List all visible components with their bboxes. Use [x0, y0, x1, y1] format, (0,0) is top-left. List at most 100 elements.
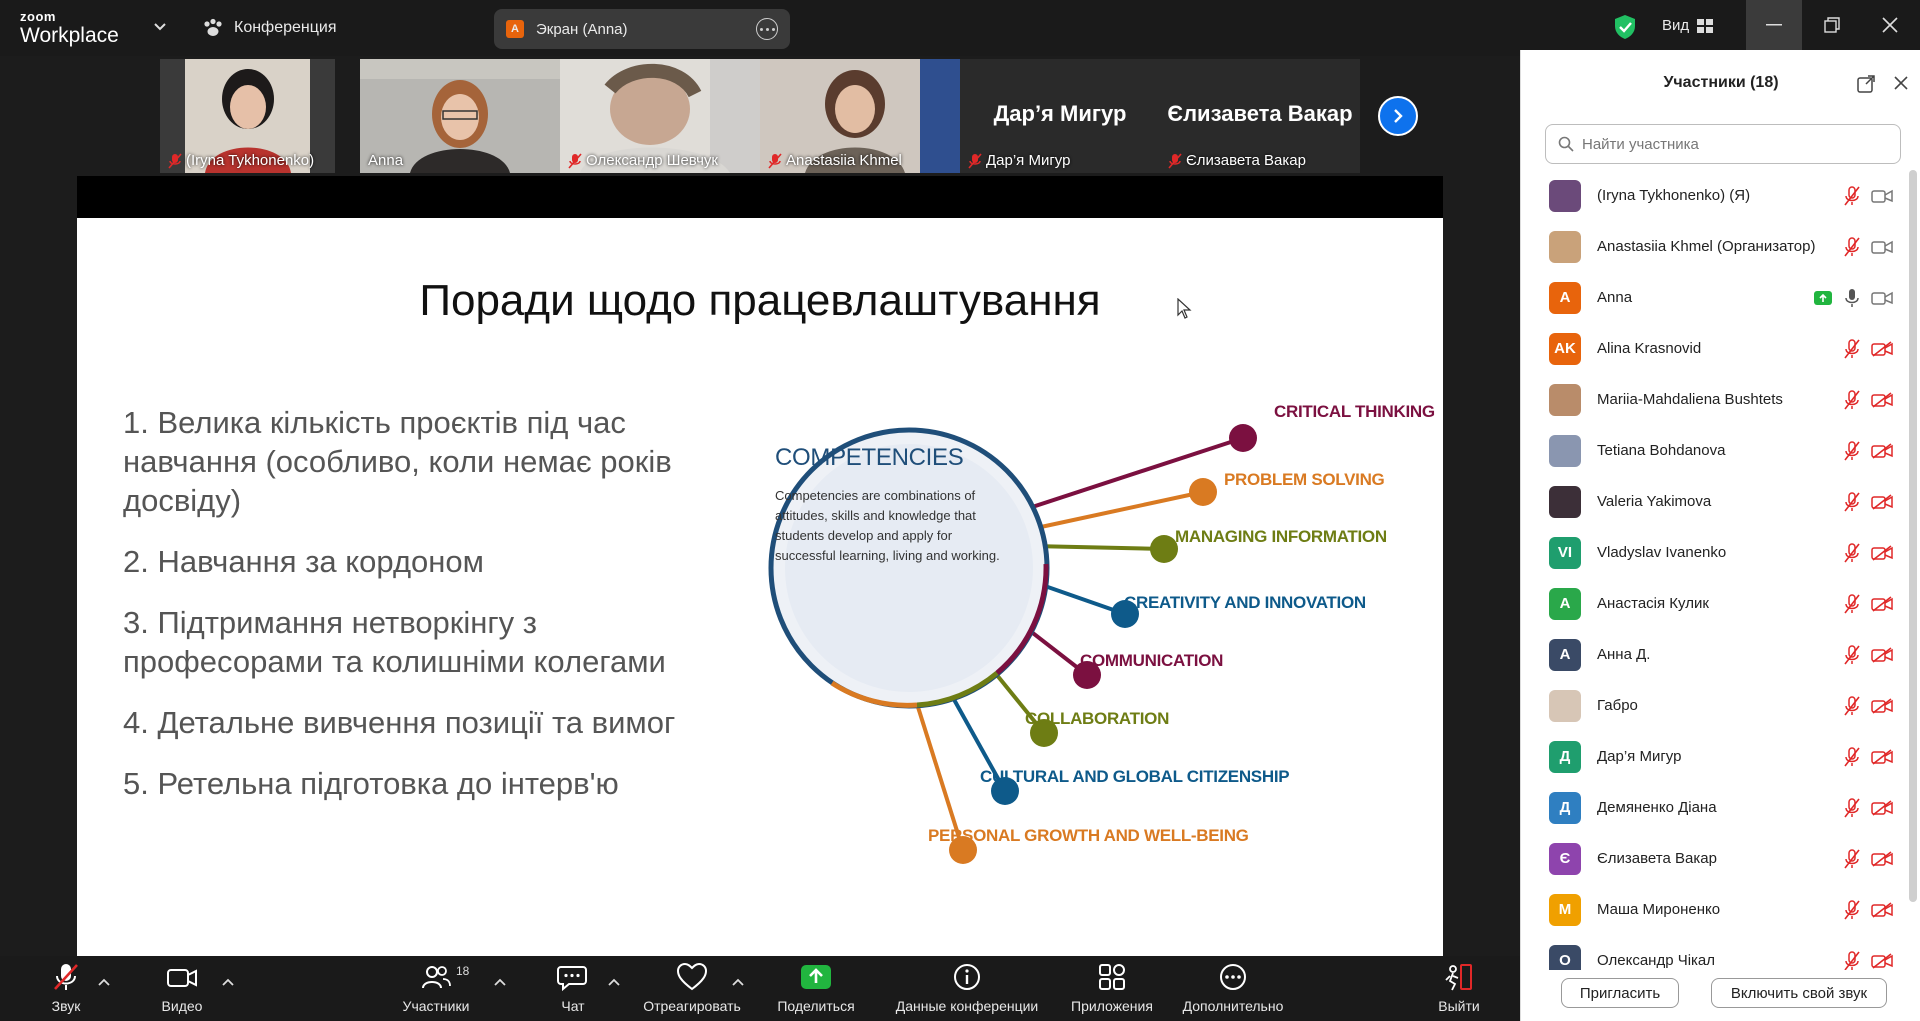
mic-muted-icon[interactable]: [1843, 236, 1861, 257]
competencies-description: COMPETENCIES Competencies are combinatio…: [775, 444, 1005, 566]
video-camera-icon[interactable]: [1871, 188, 1893, 204]
zoom-window: zoom Workplace Конференция A Экран (Anna…: [0, 0, 1920, 1021]
minimize-button[interactable]: [1746, 0, 1802, 50]
audio-button[interactable]: Звук: [40, 962, 92, 1018]
video-off-icon[interactable]: [1871, 544, 1893, 561]
mic-muted-icon[interactable]: [1843, 185, 1861, 206]
video-off-icon[interactable]: [1871, 901, 1893, 918]
avatar: [1549, 434, 1581, 467]
view-menu[interactable]: Вид: [1662, 17, 1714, 34]
chat-button[interactable]: Чат: [548, 962, 598, 1018]
participant-row[interactable]: Mariia-Mahdaliena Bushtets: [1521, 374, 1913, 425]
video-off-icon[interactable]: [1871, 952, 1893, 969]
mic-muted-icon[interactable]: [1843, 389, 1861, 410]
paw-icon: [204, 18, 222, 36]
participant-row[interactable]: Є Єлизавета Вакар: [1521, 833, 1913, 884]
mic-icon[interactable]: [1843, 288, 1861, 308]
close-window-button[interactable]: [1862, 0, 1918, 50]
chevron-up-icon[interactable]: [98, 978, 110, 986]
screen-share-label: Экран (Anna): [536, 20, 628, 38]
video-off-icon[interactable]: [1871, 442, 1893, 459]
participant-row[interactable]: Габро: [1521, 680, 1913, 731]
restore-button[interactable]: [1804, 0, 1860, 50]
mic-muted-icon[interactable]: [1843, 338, 1861, 359]
more-icon[interactable]: [756, 18, 778, 40]
mic-muted-icon[interactable]: [1843, 848, 1861, 869]
video-tile[interactable]: Anastasiia Khmel: [760, 59, 960, 173]
mic-muted-icon[interactable]: [1843, 440, 1861, 461]
more-button[interactable]: Дополнительно: [1178, 962, 1288, 1018]
video-tile-active[interactable]: Anna: [360, 59, 560, 173]
chevron-up-icon[interactable]: [608, 978, 620, 986]
mic-muted-icon[interactable]: [1843, 797, 1861, 818]
chevron-up-icon[interactable]: [494, 978, 506, 986]
unmute-self-button[interactable]: Включить свой звук: [1711, 978, 1887, 1008]
participant-row[interactable]: Tetiana Bohdanova: [1521, 425, 1913, 476]
video-tile[interactable]: (Iryna Tykhonenko): [160, 59, 335, 173]
participant-name: Анастасія Кулик: [1597, 595, 1709, 612]
scrollbar[interactable]: [1909, 170, 1917, 902]
chevron-down-icon[interactable]: [152, 18, 168, 34]
video-off-icon[interactable]: [1871, 595, 1893, 612]
close-icon[interactable]: [1893, 75, 1909, 91]
video-off-icon[interactable]: [1871, 391, 1893, 408]
popout-icon[interactable]: [1857, 75, 1875, 93]
screen-share-pill[interactable]: A Экран (Anna): [494, 9, 790, 49]
leave-button[interactable]: Выйти: [1434, 962, 1484, 1018]
participant-row[interactable]: М Маша Мироненко: [1521, 884, 1913, 935]
video-gallery: (Iryna Tykhonenko) Anna Олександр Шевчук…: [160, 59, 1360, 173]
participant-row[interactable]: Anastasiia Khmel (Организатор): [1521, 221, 1913, 272]
mic-muted-icon[interactable]: [1843, 695, 1861, 716]
chevron-up-icon[interactable]: [732, 978, 744, 986]
participant-row[interactable]: AK Alina Krasnovid: [1521, 323, 1913, 374]
mic-muted-icon[interactable]: [1843, 746, 1861, 767]
video-tile[interactable]: Олександр Шевчук: [560, 59, 760, 173]
video-button[interactable]: Видео: [156, 962, 208, 1018]
video-off-icon[interactable]: [1871, 799, 1893, 816]
share-button[interactable]: Поделиться: [772, 962, 860, 1018]
participants-icon: [422, 966, 451, 989]
tip-item: 1. Велика кількість проєктів під час нав…: [123, 405, 672, 518]
participant-row[interactable]: Д Демяненко Діана: [1521, 782, 1913, 833]
tile-name-label: (Iryna Tykhonenko): [186, 152, 315, 169]
conference-menu[interactable]: Конференция: [202, 16, 337, 40]
avatar: VI: [1549, 536, 1581, 569]
participant-row[interactable]: А Анна Д.: [1521, 629, 1913, 680]
tile-big-name: Єлизавета Вакар: [1167, 101, 1353, 126]
participant-row[interactable]: (Iryna Tykhonenko) (Я): [1521, 170, 1913, 221]
video-off-icon[interactable]: [1871, 340, 1893, 357]
video-off-icon[interactable]: [1871, 748, 1893, 765]
video-camera-icon[interactable]: [1871, 290, 1893, 306]
mic-muted-icon[interactable]: [1843, 899, 1861, 920]
more-label: Дополнительно: [1182, 998, 1284, 1014]
tile-big-name: Дар’я Мигур: [993, 101, 1127, 126]
leave-label: Выйти: [1438, 998, 1480, 1014]
participant-search-input[interactable]: [1582, 135, 1882, 153]
react-button[interactable]: Отреагировать: [640, 962, 744, 1018]
video-off-icon[interactable]: [1871, 697, 1893, 714]
video-tile[interactable]: Єлизавета Вакар Єлизавета Вакар: [1160, 59, 1360, 173]
video-camera-icon[interactable]: [1871, 239, 1893, 255]
mic-muted-icon[interactable]: [1843, 644, 1861, 665]
participant-row[interactable]: Valeria Yakimova: [1521, 476, 1913, 527]
invite-button[interactable]: Пригласить: [1561, 978, 1679, 1008]
video-tile[interactable]: Дар’я Мигур Дар’я Мигур: [960, 59, 1160, 173]
participant-row[interactable]: A Anna: [1521, 272, 1913, 323]
participant-row[interactable]: VI Vladyslav Ivanenko: [1521, 527, 1913, 578]
mic-muted-icon[interactable]: [1843, 491, 1861, 512]
shield-icon[interactable]: [1614, 14, 1636, 40]
video-off-icon[interactable]: [1871, 493, 1893, 510]
participant-row[interactable]: А Анастасія Кулик: [1521, 578, 1913, 629]
meeting-info-button[interactable]: Данные конференции: [886, 962, 1048, 1018]
video-off-icon[interactable]: [1871, 646, 1893, 663]
mic-muted-icon[interactable]: [1843, 542, 1861, 563]
apps-button[interactable]: Приложения: [1066, 962, 1158, 1018]
gallery-next-button[interactable]: [1378, 96, 1418, 136]
mic-muted-icon[interactable]: [1843, 593, 1861, 614]
chevron-up-icon[interactable]: [222, 978, 234, 986]
participant-row[interactable]: О Олександр Чікал: [1521, 935, 1913, 970]
participant-row[interactable]: Д Дар’я Мигур: [1521, 731, 1913, 782]
avatar: М: [1549, 893, 1581, 926]
video-off-icon[interactable]: [1871, 850, 1893, 867]
participant-search[interactable]: [1545, 124, 1901, 164]
